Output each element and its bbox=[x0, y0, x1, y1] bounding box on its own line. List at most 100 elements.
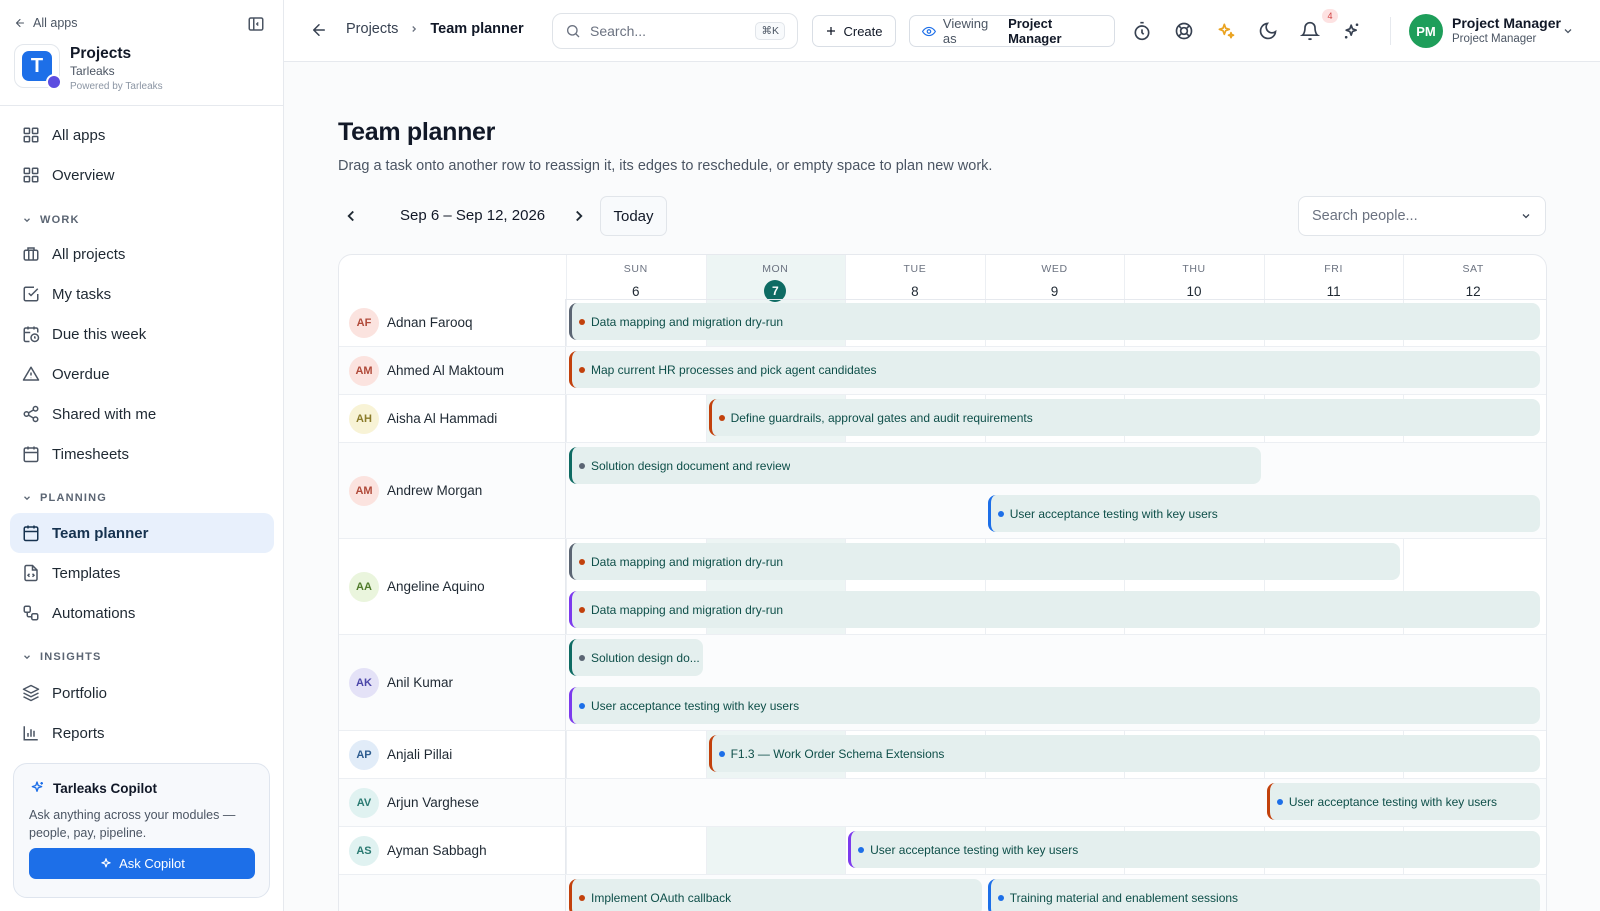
sidebar-item-all-projects[interactable]: All projects bbox=[10, 234, 274, 274]
next-week-button[interactable] bbox=[570, 206, 588, 226]
week-range-label: Sep 6 – Sep 12, 2026 bbox=[400, 207, 546, 224]
task-bar[interactable]: Define guardrails, approval gates and au… bbox=[708, 399, 1540, 436]
notifications-button[interactable] bbox=[1300, 21, 1320, 41]
sidebar-item-automations[interactable]: Automations bbox=[10, 593, 274, 633]
powered-by: Powered by Tarleaks bbox=[70, 81, 163, 92]
person-cell: AS Ayman Sabbagh bbox=[339, 827, 566, 874]
day-number: 7 bbox=[706, 280, 846, 302]
task-bar[interactable]: Implement OAuth callback bbox=[569, 879, 982, 911]
sidebar-item-reports[interactable]: Reports bbox=[10, 713, 274, 753]
sidebar-item-overdue[interactable]: Overdue bbox=[10, 354, 274, 394]
copilot-heading: Tarleaks Copilot bbox=[29, 780, 254, 796]
chevron-down-icon bbox=[24, 218, 30, 223]
bar-chart-icon bbox=[23, 726, 38, 741]
grid-icon bbox=[23, 167, 39, 183]
help-button[interactable] bbox=[1174, 21, 1194, 41]
previous-week-button[interactable] bbox=[342, 206, 360, 226]
search-placeholder: Search... bbox=[590, 23, 647, 39]
topbar-divider bbox=[1390, 17, 1391, 45]
sidebar-item-label: Timesheets bbox=[52, 445, 129, 463]
people-search-select[interactable]: Search people... bbox=[1298, 196, 1546, 236]
user-menu-button[interactable] bbox=[1562, 25, 1574, 37]
all-apps-back-link[interactable]: All apps bbox=[14, 16, 77, 30]
share-icon bbox=[23, 405, 39, 423]
sidebar-item-overview[interactable]: Overview bbox=[10, 155, 274, 195]
create-button[interactable]: Create bbox=[812, 15, 896, 47]
sidebar-item-templates[interactable]: Templates bbox=[10, 553, 274, 593]
copilot-card: Tarleaks Copilot Ask anything across you… bbox=[13, 763, 270, 898]
ask-copilot-button[interactable]: Ask Copilot bbox=[29, 848, 255, 879]
task-bar[interactable]: Data mapping and migration dry-run bbox=[569, 591, 1540, 628]
planner-row[interactable]: Implement OAuth callback Training materia… bbox=[339, 875, 1546, 911]
task-bar[interactable]: Solution design document and review bbox=[569, 447, 1261, 484]
person-name: Andrew Morgan bbox=[387, 483, 483, 498]
sidebar-item-portfolio[interactable]: Portfolio bbox=[10, 673, 274, 713]
day-number: 12 bbox=[1465, 283, 1481, 299]
day-number: 8 bbox=[911, 283, 919, 299]
breadcrumb-projects[interactable]: Projects bbox=[346, 21, 398, 37]
task-bar[interactable]: User acceptance testing with key users bbox=[569, 687, 1540, 724]
collapse-sidebar-button[interactable] bbox=[247, 15, 267, 35]
copilot-description: Ask anything across your modules — peopl… bbox=[29, 808, 236, 840]
planner-row[interactable]: AM Ahmed Al Maktoum Map current HR process… bbox=[339, 347, 1546, 395]
task-bar[interactable]: Training material and enablement session… bbox=[987, 879, 1540, 911]
task-bar[interactable]: User acceptance testing with key users bbox=[987, 495, 1540, 532]
viewing-as-button[interactable]: Viewing as Project Manager bbox=[909, 15, 1115, 47]
ai-assistant-button[interactable] bbox=[1342, 21, 1362, 41]
task-status-dot bbox=[579, 606, 585, 613]
task-bar[interactable]: Map current HR processes and pick agent … bbox=[569, 351, 1540, 388]
person-cell: AP Anjali Pillai bbox=[339, 731, 566, 778]
planner-row[interactable]: AF Adnan Farooq Data mapping and migration… bbox=[339, 299, 1546, 347]
magic-button[interactable] bbox=[1216, 21, 1236, 41]
task-bar[interactable]: Data mapping and migration dry-run bbox=[569, 543, 1401, 580]
planner-row[interactable]: AM Andrew Morgan Solution design document … bbox=[339, 443, 1546, 539]
task-title: Implement OAuth callback bbox=[591, 890, 732, 905]
day-header: SAT 12 bbox=[1403, 255, 1543, 299]
planner-row[interactable]: AS Ayman Sabbagh User acceptance testing w… bbox=[339, 827, 1546, 875]
section-planning[interactable]: PLANNING bbox=[22, 492, 107, 504]
sidebar-item-shared-with-me[interactable]: Shared with me bbox=[10, 394, 274, 434]
day-of-week: THU bbox=[1182, 263, 1206, 275]
sidebar-item-team-planner[interactable]: Team planner bbox=[10, 513, 274, 553]
top-bar: Projects Team planner Search... ⌘K Creat… bbox=[284, 0, 1600, 62]
sidebar-item-my-tasks[interactable]: My tasks bbox=[10, 274, 274, 314]
ai-sparkle-icon bbox=[1344, 23, 1359, 39]
notification-count-badge: 4 bbox=[1322, 9, 1338, 23]
task-bar[interactable]: Solution design do... bbox=[569, 639, 703, 676]
sidebar-item-timesheets[interactable]: Timesheets bbox=[10, 434, 274, 474]
task-bar[interactable]: Data mapping and migration dry-run bbox=[569, 303, 1540, 340]
sidebar-item-due-this-week[interactable]: Due this week bbox=[10, 314, 274, 354]
timer-button[interactable] bbox=[1132, 21, 1152, 41]
section-work[interactable]: WORK bbox=[22, 214, 80, 226]
today-button[interactable]: Today bbox=[600, 196, 667, 236]
section-insights[interactable]: INSIGHTS bbox=[22, 651, 102, 663]
task-bar[interactable]: F1.3 — Work Order Schema Extensions bbox=[708, 735, 1540, 772]
user-avatar[interactable]: PM bbox=[1409, 14, 1443, 48]
user-name: Project Manager bbox=[1452, 15, 1561, 31]
task-title: User acceptance testing with key users bbox=[1009, 506, 1218, 521]
sidebar-item-all-apps[interactable]: All apps bbox=[10, 115, 274, 155]
back-button[interactable] bbox=[310, 21, 328, 39]
day-header: TUE 8 bbox=[845, 255, 985, 299]
planner-grid: SUN 6 MON 7 TUE 8 WED 9 THU 10 FRI 11 SAT 12 AF Adnan F… bbox=[338, 254, 1547, 911]
check-square-icon bbox=[23, 286, 39, 302]
global-search-input[interactable]: Search... ⌘K bbox=[552, 13, 798, 49]
chevron-down-icon bbox=[24, 655, 30, 660]
planner-row[interactable]: AH Aisha Al Hammadi Define guardrails, app… bbox=[339, 395, 1546, 443]
moon-icon bbox=[1259, 22, 1277, 40]
task-bar[interactable]: User acceptance testing with key users bbox=[848, 831, 1540, 868]
app-header: T Projects Tarleaks Powered by Tarleaks bbox=[14, 44, 163, 92]
plus-icon bbox=[827, 27, 836, 35]
chevron-down-icon bbox=[1564, 29, 1572, 34]
planner-row[interactable]: AK Anil Kumar Solution design do... User ac… bbox=[339, 635, 1546, 731]
calendar-icon bbox=[23, 525, 39, 542]
planner-row[interactable]: AV Arjun Varghese User acceptance testing … bbox=[339, 779, 1546, 827]
chevron-right-icon bbox=[576, 210, 583, 222]
theme-toggle-button[interactable] bbox=[1258, 21, 1278, 41]
planner-row[interactable]: AP Anjali Pillai F1.3 — Work Order Schema … bbox=[339, 731, 1546, 779]
task-bar[interactable]: User acceptance testing with key users bbox=[1266, 783, 1540, 820]
planner-row[interactable]: AA Angeline Aquino Data mapping and migrat… bbox=[339, 539, 1546, 635]
viewing-as-role: Project Manager bbox=[1008, 16, 1062, 46]
copilot-title: Tarleaks Copilot bbox=[53, 780, 158, 796]
sidebar-item-label: Team planner bbox=[52, 524, 149, 542]
